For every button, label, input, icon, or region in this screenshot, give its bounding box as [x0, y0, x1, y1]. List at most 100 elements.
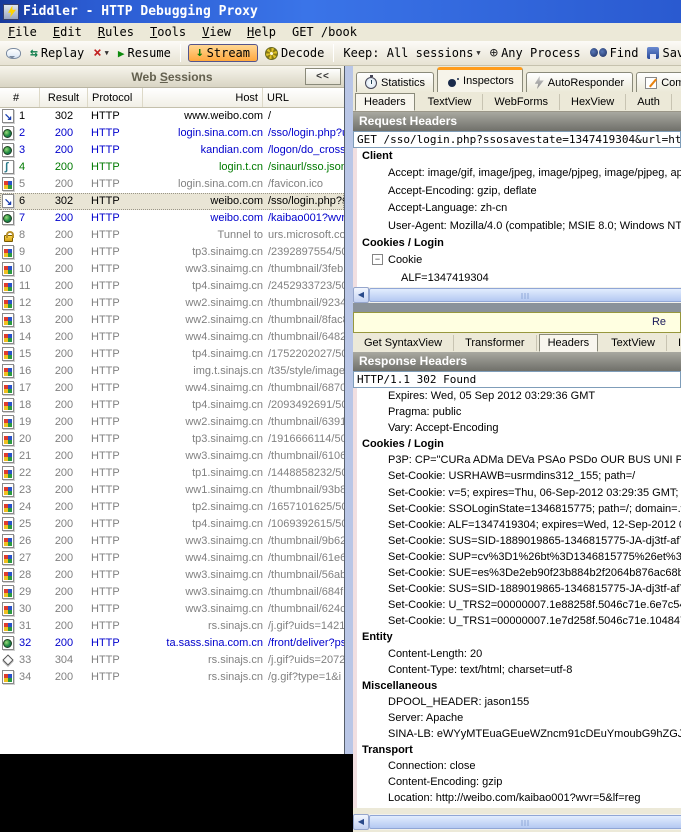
response-horizontal-scrollbar[interactable]: ◀: [353, 814, 681, 830]
response-tab[interactable]: Get SyntaxView: [353, 335, 454, 351]
table-row[interactable]: 34 200 HTTP rs.sinajs.cn /g.gif?type=1&i: [0, 669, 344, 686]
column-header[interactable]: Host: [143, 88, 263, 107]
top-tab[interactable]: AutoResponder: [526, 72, 633, 92]
top-tab[interactable]: Inspectors: [437, 67, 523, 92]
request-tab[interactable]: TextView: [417, 94, 484, 110]
table-row[interactable]: 19 200 HTTP ww2.sinaimg.cn /thumbnail/63…: [0, 414, 344, 431]
header-line[interactable]: Set-Cookie: SUP=cv%3D1%26bt%3D1346815775…: [357, 549, 681, 565]
table-row[interactable]: 21 200 HTTP ww3.sinaimg.cn /thumbnail/61…: [0, 448, 344, 465]
response-tab[interactable]: Im: [667, 335, 681, 351]
table-row[interactable]: 28 200 HTTP ww3.sinaimg.cn /thumbnail/56…: [0, 567, 344, 584]
scrollbar-thumb[interactable]: [369, 288, 681, 302]
remove-button[interactable]: ×▼: [91, 45, 111, 61]
comment-button[interactable]: [4, 47, 23, 60]
response-status-line[interactable]: HTTP/1.1 302 Found: [353, 371, 681, 388]
table-row[interactable]: 17 200 HTTP ww4.sinaimg.cn /thumbnail/68…: [0, 380, 344, 397]
header-line[interactable]: Expires: Wed, 05 Sep 2012 03:29:36 GMT: [357, 388, 681, 404]
header-line[interactable]: Accept-Language: zh-cn: [357, 200, 681, 217]
keep-sessions-dropdown[interactable]: Keep: All sessions▼: [341, 45, 482, 61]
table-row[interactable]: 13 200 HTTP ww2.sinaimg.cn /thumbnail/8f…: [0, 312, 344, 329]
header-line[interactable]: User-Agent: Mozilla/4.0 (compatible; MSI…: [357, 218, 681, 235]
table-row[interactable]: 30 200 HTTP ww3.sinaimg.cn /thumbnail/62…: [0, 601, 344, 618]
header-line[interactable]: Set-Cookie: USRHAWB=usrmdins312_155; pat…: [357, 468, 681, 484]
header-line[interactable]: Set-Cookie: U_TRS1=00000007.1e7d258f.504…: [357, 613, 681, 629]
table-row[interactable]: 14 200 HTTP ww4.sinaimg.cn /thumbnail/64…: [0, 329, 344, 346]
request-tab[interactable]: C: [672, 94, 681, 110]
table-row[interactable]: 22 200 HTTP tp1.sinaimg.cn /1448858232/5…: [0, 465, 344, 482]
menu-item[interactable]: Edit: [45, 24, 90, 40]
table-row[interactable]: 10 200 HTTP ww3.sinaimg.cn /thumbnail/3f…: [0, 261, 344, 278]
header-line[interactable]: Miscellaneous: [357, 678, 681, 694]
table-row[interactable]: 16 200 HTTP img.t.sinajs.cn /t35/style/i…: [0, 363, 344, 380]
table-row[interactable]: 3 200 HTTP kandian.com /logon/do_cross: [0, 142, 344, 159]
table-row[interactable]: 5 200 HTTP login.sina.com.cn /favicon.ic…: [0, 176, 344, 193]
header-line[interactable]: Transport: [357, 742, 681, 758]
header-line[interactable]: Vary: Accept-Encoding: [357, 420, 681, 436]
top-tab[interactable]: Comp: [636, 72, 681, 92]
header-line[interactable]: Set-Cookie: SSOLoginState=1346815775; pa…: [357, 501, 681, 517]
header-line[interactable]: Location: http://weibo.com/kaibao001?wvr…: [357, 790, 681, 806]
panel-splitter[interactable]: [345, 66, 353, 832]
table-row[interactable]: 33 304 HTTP rs.sinajs.cn /j.gif?uids=207…: [0, 652, 344, 669]
menu-item[interactable]: File: [0, 24, 45, 40]
table-row[interactable]: 7 200 HTTP weibo.com /kaibao001?wvr=: [0, 210, 344, 227]
header-line[interactable]: Entity: [357, 629, 681, 645]
request-tab[interactable]: Auth: [626, 94, 672, 110]
scrollbar-thumb[interactable]: [369, 815, 681, 829]
request-tab[interactable]: HexView: [560, 94, 626, 110]
top-tab[interactable]: Statistics: [356, 72, 434, 92]
header-line[interactable]: Content-Encoding: gzip: [357, 774, 681, 790]
table-row[interactable]: 6 302 HTTP weibo.com /sso/login.php?s: [0, 193, 344, 210]
request-tab[interactable]: Headers: [355, 93, 415, 111]
column-header[interactable]: Result: [40, 88, 88, 107]
response-tab[interactable]: Transformer: [454, 335, 537, 351]
header-line[interactable]: Set-Cookie: SUS=SID-1889019865-134681577…: [357, 533, 681, 549]
scroll-left-arrow-icon[interactable]: ◀: [353, 287, 369, 303]
table-row[interactable]: 15 200 HTTP tp4.sinaimg.cn /1752202027/5…: [0, 346, 344, 363]
header-line[interactable]: Set-Cookie: v=5; expires=Thu, 06-Sep-201…: [357, 485, 681, 501]
resume-button[interactable]: ▶Resume: [116, 45, 173, 61]
replay-button[interactable]: ⇆Replay: [28, 45, 86, 61]
collapse-panel-button[interactable]: <<: [305, 68, 341, 85]
request-horizontal-scrollbar[interactable]: ◀: [353, 287, 681, 303]
table-row[interactable]: 31 200 HTTP rs.sinajs.cn /j.gif?uids=142…: [0, 618, 344, 635]
inspector-splitter[interactable]: [353, 303, 681, 312]
table-row[interactable]: 27 200 HTTP ww4.sinaimg.cn /thumbnail/61…: [0, 550, 344, 567]
scroll-left-arrow-icon[interactable]: ◀: [353, 814, 369, 830]
any-process-button[interactable]: ⊕Any Process: [488, 45, 583, 61]
menu-item[interactable]: GET /book: [284, 24, 365, 40]
header-line[interactable]: Connection: close: [357, 758, 681, 774]
response-tab[interactable]: TextView: [600, 335, 667, 351]
menu-item[interactable]: Rules: [90, 24, 142, 40]
table-row[interactable]: 23 200 HTTP ww1.sinaimg.cn /thumbnail/93…: [0, 482, 344, 499]
find-button[interactable]: Find: [588, 45, 641, 61]
stream-toggle-button[interactable]: ↓Stream: [188, 44, 258, 62]
column-header[interactable]: URL: [263, 88, 344, 107]
header-line[interactable]: SINA-LB: eWYyMTEuaGEueWZncm91cDEuYmoubG9…: [357, 726, 681, 742]
header-line[interactable]: Set-Cookie: SUE=es%3De2eb90f23b884b2f206…: [357, 565, 681, 581]
header-line[interactable]: Client: [357, 148, 681, 165]
table-row[interactable]: 4 200 HTTP login.t.cn /sinaurl/sso.json: [0, 159, 344, 176]
table-row[interactable]: 24 200 HTTP tp2.sinaimg.cn /1657101625/5…: [0, 499, 344, 516]
menu-item[interactable]: Help: [239, 24, 284, 40]
table-row[interactable]: 20 200 HTTP tp3.sinaimg.cn /1916666114/5…: [0, 431, 344, 448]
menu-item[interactable]: View: [194, 24, 239, 40]
column-header[interactable]: #: [0, 88, 40, 107]
header-line[interactable]: Cookies / Login: [357, 436, 681, 452]
header-line[interactable]: Set-Cookie: SUS=SID-1889019865-134681577…: [357, 581, 681, 597]
request-line[interactable]: GET /sso/login.php?ssosavestate=13474193…: [353, 131, 681, 148]
header-line[interactable]: P3P: CP="CURa ADMa DEVa PSAo PSDo OUR BU…: [357, 452, 681, 468]
header-line[interactable]: Pragma: public: [357, 404, 681, 420]
header-line[interactable]: Set-Cookie: ALF=1347419304; expires=Wed,…: [357, 517, 681, 533]
header-line[interactable]: ALF=1347419304: [357, 270, 681, 287]
table-row[interactable]: 18 200 HTTP tp4.sinaimg.cn /2093492691/5…: [0, 397, 344, 414]
encoding-notice-bar[interactable]: Re: [353, 312, 681, 333]
table-row[interactable]: 25 200 HTTP tp4.sinaimg.cn /1069392615/5…: [0, 516, 344, 533]
header-line[interactable]: Cookie: [357, 252, 681, 269]
header-line[interactable]: Content-Type: text/html; charset=utf-8: [357, 662, 681, 678]
request-tab[interactable]: WebForms: [483, 94, 560, 110]
table-row[interactable]: 2 200 HTTP login.sina.com.cn /sso/login.…: [0, 125, 344, 142]
header-line[interactable]: Accept: image/gif, image/jpeg, image/pjp…: [357, 165, 681, 182]
column-header[interactable]: Protocol: [88, 88, 143, 107]
table-row[interactable]: 32 200 HTTP ta.sass.sina.com.cn /front/d…: [0, 635, 344, 652]
